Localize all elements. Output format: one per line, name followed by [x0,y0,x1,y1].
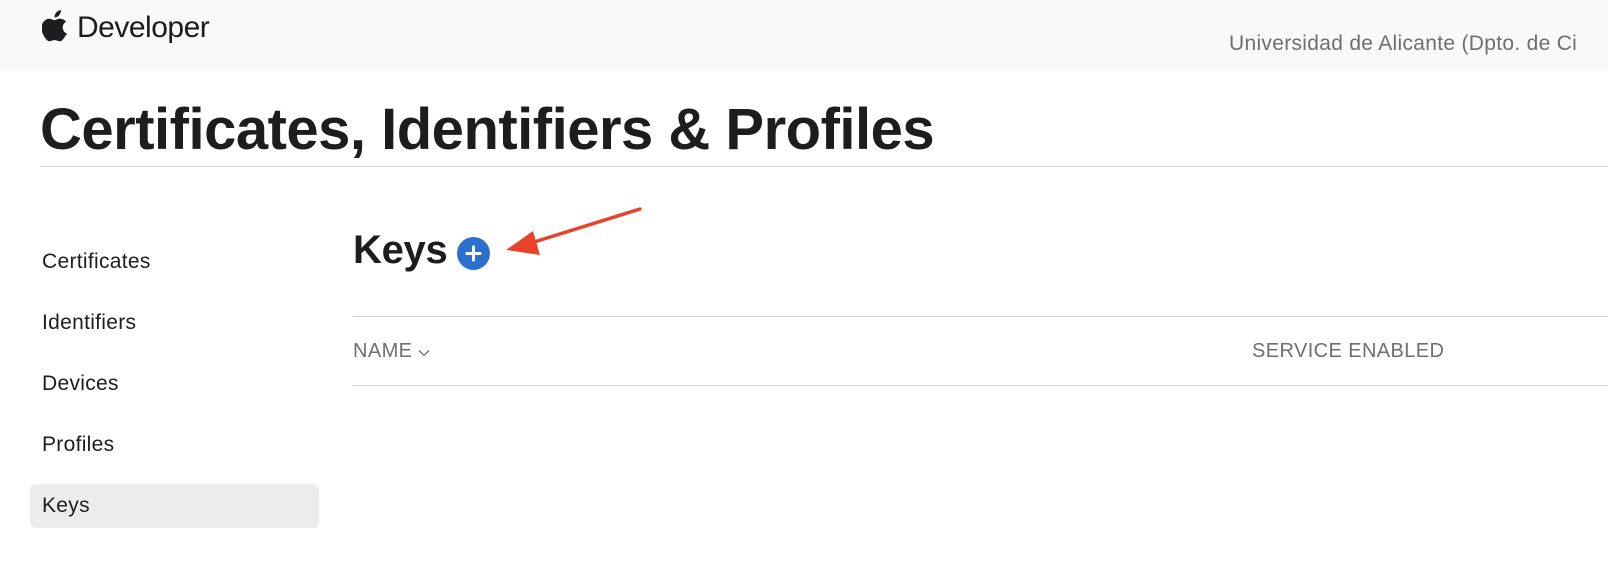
sidebar-item-label: Devices [42,372,119,395]
brand-name: Developer [77,11,210,44]
sidebar-item-label: Identifiers [42,311,137,334]
sidebar-item-profiles[interactable]: Profiles [30,423,319,467]
sidebar-item-keys[interactable]: Keys [30,484,319,528]
sidebar-item-label: Profiles [42,433,115,456]
column-header-name[interactable]: NAME [353,340,430,363]
column-header-service-enabled[interactable]: SERVICE ENABLED [1252,340,1444,363]
section-title: Keys [353,228,448,272]
sidebar-item-devices[interactable]: Devices [30,362,319,406]
sidebar-item-label: Certificates [42,250,151,273]
apple-logo-icon [42,10,67,42]
account-name[interactable]: Universidad de Alicante (Dpto. de Ci [1229,32,1577,56]
add-key-button[interactable] [457,237,491,270]
sidebar-item-identifiers[interactable]: Identifiers [30,301,319,345]
global-header: Developer Universidad de Alicante (Dpto.… [0,0,1608,71]
column-header-label: NAME [353,340,413,362]
table-header-divider [353,385,1608,386]
keys-section-header: Keys [353,228,491,273]
title-divider [41,166,1608,167]
chevron-down-icon [418,349,430,356]
sidebar-item-label: Keys [42,494,90,517]
page-title: Certificates, Identifiers & Profiles [40,97,935,162]
table-top-divider [353,316,1608,317]
plus-circle-icon [465,245,482,262]
developer-home-link[interactable]: Developer [42,6,210,50]
sidebar-item-certificates[interactable]: Certificates [30,240,319,284]
